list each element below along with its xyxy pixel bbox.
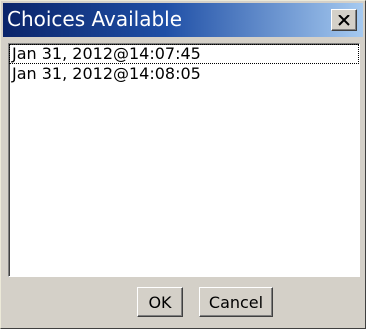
close-x-icon	[338, 14, 350, 26]
choices-dialog: Choices Available Jan 31, 2012@14:07:45 …	[0, 0, 366, 329]
choices-listbox[interactable]: Jan 31, 2012@14:07:45 Jan 31, 2012@14:08…	[8, 43, 360, 277]
cancel-button[interactable]: Cancel	[199, 287, 273, 317]
list-item[interactable]: Jan 31, 2012@14:07:45	[9, 44, 359, 64]
title-bar[interactable]: Choices Available	[3, 3, 363, 37]
ok-button[interactable]: OK	[137, 287, 183, 317]
close-button[interactable]	[331, 9, 357, 31]
list-item[interactable]: Jan 31, 2012@14:08:05	[9, 64, 359, 84]
window-title: Choices Available	[7, 7, 183, 31]
